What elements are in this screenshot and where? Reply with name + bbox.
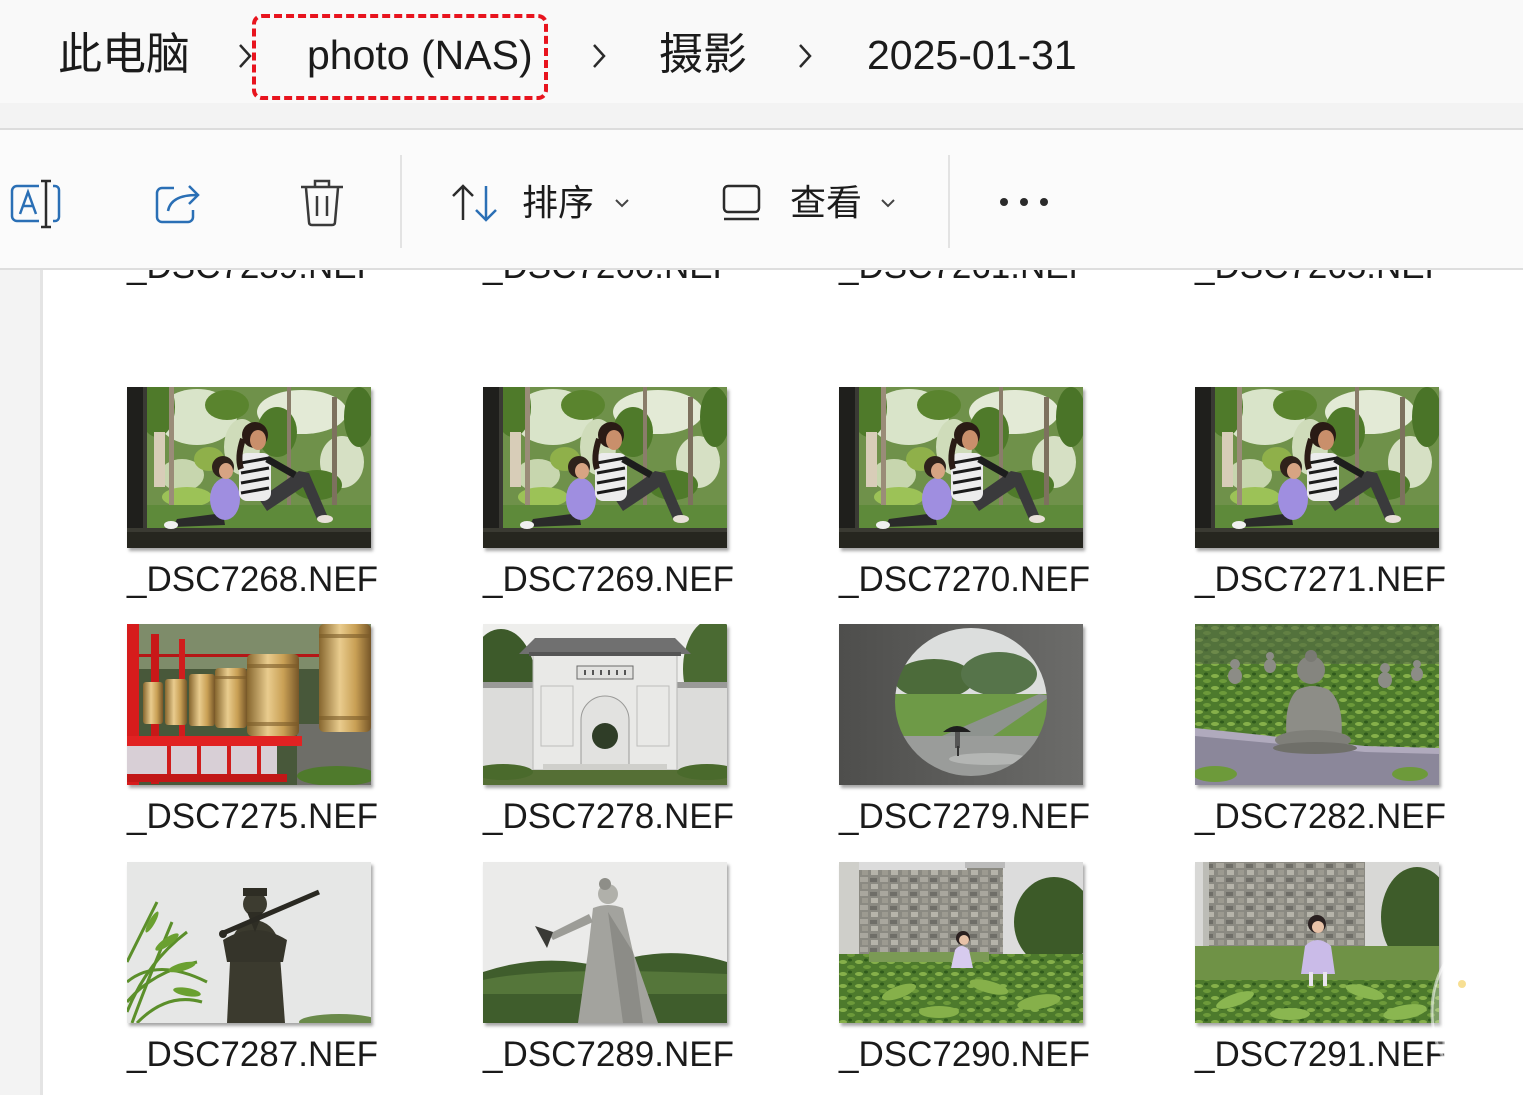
breadcrumb-item-date-folder[interactable]: 2025-01-31 [867, 25, 1077, 85]
sort-label: 排序 [522, 182, 595, 223]
toolbar-divider [400, 155, 402, 248]
address-bar: 此电脑 photo (NAS) 摄影 2025-01-31 [0, 0, 1523, 103]
thumbnail-image [483, 862, 727, 1023]
thumbnail-image [839, 862, 1083, 1023]
thumbnail-image [127, 624, 371, 785]
highlight-box [252, 14, 548, 100]
file-name[interactable]: _DSC7260.NEF [483, 270, 734, 289]
trash-icon[interactable] [299, 178, 345, 228]
file-name: _DSC7279.NEF [839, 797, 1090, 836]
file-name: _DSC7287.NEF [127, 1035, 378, 1074]
file-name[interactable]: _DSC7259.NEF [127, 270, 378, 289]
view-layout-icon[interactable] [722, 184, 762, 222]
thumbnail-image [839, 387, 1083, 548]
address-bar-divider [0, 103, 1523, 130]
thumbnail-image [483, 624, 727, 785]
view-label: 查看 [790, 182, 863, 223]
file-name: _DSC7269.NEF [483, 560, 734, 599]
file-item[interactable]: _DSC7279.NEF [839, 624, 1099, 839]
share-icon[interactable] [154, 180, 204, 226]
file-item[interactable]: _DSC7290.NEF [839, 862, 1099, 1077]
file-name: _DSC7270.NEF [839, 560, 1090, 599]
thumbnail-image [839, 624, 1083, 785]
thumbnail-image [127, 862, 371, 1023]
chevron-down-icon [881, 199, 895, 208]
file-grid: _DSC7259.NEF _DSC7260.NEF _DSC7261.NEF _… [0, 270, 1523, 1095]
file-name: _DSC7268.NEF [127, 560, 378, 599]
thumbnail-image [127, 387, 371, 548]
command-bar: 排序 查看 [0, 130, 1523, 270]
file-item[interactable]: _DSC7269.NEF [483, 387, 743, 602]
chevron-down-icon [615, 199, 629, 208]
navigation-pane-edge [0, 270, 43, 1095]
file-name: _DSC7291.NEF [1195, 1035, 1446, 1074]
chevron-right-icon[interactable] [797, 42, 813, 70]
file-name: _DSC7278.NEF [483, 797, 734, 836]
toolbar-divider [948, 155, 950, 248]
chevron-right-icon[interactable] [237, 42, 253, 70]
thumbnail-image [1195, 624, 1439, 785]
thumbnail-image [1195, 862, 1439, 1023]
file-item[interactable]: _DSC7289.NEF [483, 862, 743, 1077]
more-dots-icon[interactable] [998, 194, 1050, 210]
sort-arrows-icon[interactable] [449, 182, 501, 224]
watermark-logo [1430, 944, 1514, 1080]
file-item[interactable]: _DSC7282.NEF [1195, 624, 1455, 839]
file-name: _DSC7271.NEF [1195, 560, 1446, 599]
file-name: _DSC7289.NEF [483, 1035, 734, 1074]
file-name: _DSC7290.NEF [839, 1035, 1090, 1074]
file-item[interactable]: _DSC7278.NEF [483, 624, 743, 839]
thumbnail-image [1195, 387, 1439, 548]
file-item[interactable]: _DSC7275.NEF [127, 624, 387, 839]
file-item[interactable]: _DSC7287.NEF [127, 862, 387, 1077]
file-name[interactable]: _DSC7265.NEF [1195, 270, 1446, 289]
breadcrumb-item-photography[interactable]: 摄影 [659, 25, 747, 85]
thumbnail-image [483, 387, 727, 548]
file-name: _DSC7275.NEF [127, 797, 378, 836]
rename-icon[interactable] [9, 178, 61, 230]
file-name[interactable]: _DSC7261.NEF [839, 270, 1090, 289]
file-item[interactable]: _DSC7271.NEF [1195, 387, 1455, 602]
file-item[interactable]: _DSC7268.NEF [127, 387, 387, 602]
file-item[interactable]: _DSC7291.NEF [1195, 862, 1455, 1077]
file-item[interactable]: _DSC7270.NEF [839, 387, 1099, 602]
chevron-right-icon[interactable] [591, 42, 607, 70]
breadcrumb-item-this-pc[interactable]: 此电脑 [58, 25, 190, 85]
file-name: _DSC7282.NEF [1195, 797, 1446, 836]
